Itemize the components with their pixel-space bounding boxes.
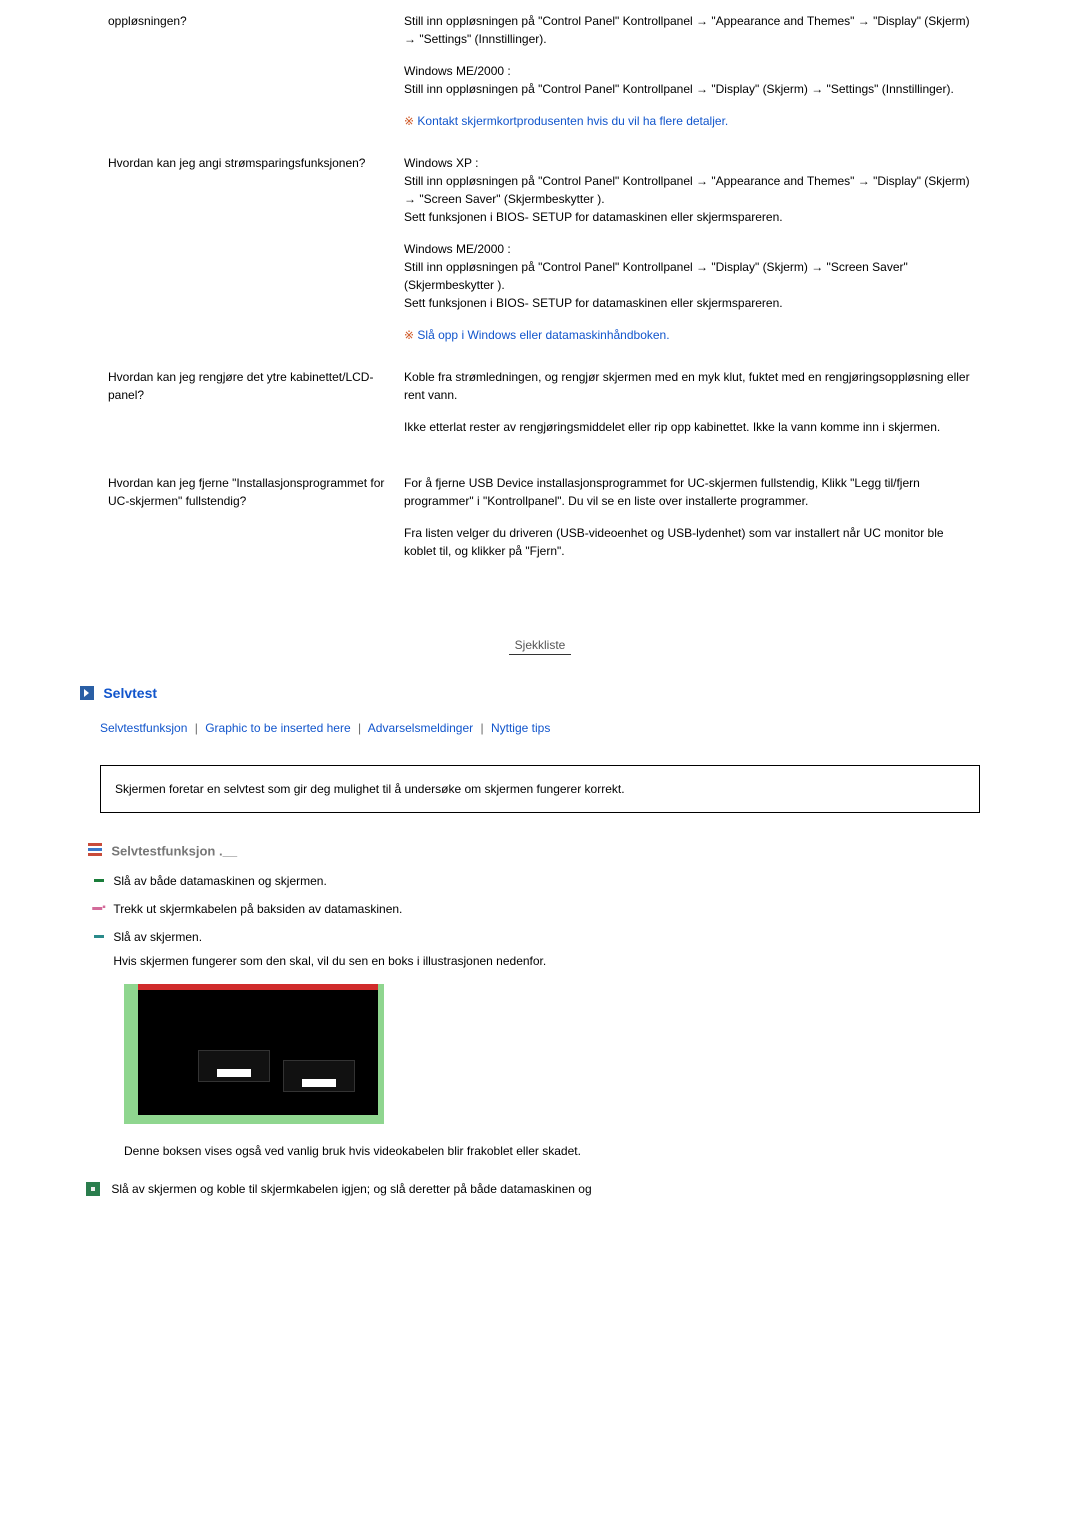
final-step-text: Slå av skjermen og koble til skjermkabel… xyxy=(111,1182,591,1196)
subnav-link[interactable]: Selvtestfunksjon xyxy=(100,721,187,735)
faq-answer-block: For å fjerne USB Device installasjonspro… xyxy=(404,474,972,510)
illustration-caption: Denne boksen vises også ved vanlig bruk … xyxy=(124,1144,980,1158)
faq-question: oppløsningen? xyxy=(100,0,396,142)
step-bullet-icon: ▬▪ xyxy=(88,900,110,915)
faq-answer-block: Still inn oppløsningen på "Control Panel… xyxy=(404,12,972,48)
section-title: Selvtest xyxy=(103,685,157,701)
step-item: ▬ Slå av både datamaskinen og skjermen. xyxy=(88,872,980,890)
info-box: Skjermen foretar en selvtest som gir deg… xyxy=(100,765,980,813)
step-text: Slå av både datamaskinen og skjermen. xyxy=(113,872,953,890)
note-marker-icon: ※ xyxy=(404,328,414,342)
step-bullet-icon: ▬ xyxy=(88,928,110,943)
faq-answer: Windows XP : Still inn oppløsningen på "… xyxy=(396,142,980,356)
note-marker-icon: ※ xyxy=(404,114,414,128)
sjekkliste-label: Sjekkliste xyxy=(509,636,572,655)
faq-answer: For å fjerne USB Device installasjonspro… xyxy=(396,462,980,586)
faq-answer: Koble fra strømledningen, og rengjør skj… xyxy=(396,356,980,462)
step-text: Trekk ut skjermkabelen på baksiden av da… xyxy=(113,900,953,918)
faq-answer-block: Windows ME/2000 : Still inn oppløsningen… xyxy=(404,62,972,98)
steps-list: ▬ Slå av både datamaskinen og skjermen. … xyxy=(100,872,980,970)
square-icon xyxy=(86,1182,100,1196)
faq-note-text: Slå opp i Windows eller datamaskinhåndbo… xyxy=(417,328,669,342)
subnav-link[interactable]: Graphic to be inserted here xyxy=(205,721,350,735)
faq-answer-block: Ikke etterlat rester av rengjøringsmidde… xyxy=(404,418,972,436)
step-item: ▬ Slå av skjermen. Hvis skjermen fungere… xyxy=(88,928,980,970)
illustration xyxy=(124,984,980,1124)
separator: | xyxy=(481,721,484,735)
faq-table: oppløsningen? Still inn oppløsningen på … xyxy=(100,0,980,586)
faq-answer-block: Windows ME/2000 : Still inn oppløsningen… xyxy=(404,240,972,312)
faq-question: Hvordan kan jeg angi strømsparingsfunksj… xyxy=(100,142,396,356)
step-bullet-icon: ▬ xyxy=(88,872,110,887)
faq-note: ※ Slå opp i Windows eller datamaskinhånd… xyxy=(404,326,972,344)
subsection-title: Selvtestfunksjon .__ xyxy=(111,843,237,858)
faq-question: Hvordan kan jeg rengjøre det ytre kabine… xyxy=(100,356,396,462)
section-heading: Selvtest xyxy=(80,685,980,701)
step-item: ▬▪ Trekk ut skjermkabelen på baksiden av… xyxy=(88,900,980,918)
faq-question: Hvordan kan jeg fjerne "Installasjonspro… xyxy=(100,462,396,586)
subsection-heading: Selvtestfunksjon .__ xyxy=(88,843,980,858)
faq-note: ※ Kontakt skjermkortprodusenten hvis du … xyxy=(404,112,972,130)
separator: | xyxy=(358,721,361,735)
faq-answer-block: Koble fra strømledningen, og rengjør skj… xyxy=(404,368,972,404)
step-text: Slå av skjermen. Hvis skjermen fungerer … xyxy=(113,928,953,970)
faq-note-text: Kontakt skjermkortprodusenten hvis du vi… xyxy=(417,114,728,128)
subnav-link[interactable]: Advarselsmeldinger xyxy=(368,721,473,735)
faq-answer-block: Windows XP : Still inn oppløsningen på "… xyxy=(404,154,972,226)
arrow-right-icon xyxy=(80,686,94,700)
sub-nav-links: Selvtestfunksjon | Graphic to be inserte… xyxy=(100,721,980,735)
step-text-second: Hvis skjermen fungerer som den skal, vil… xyxy=(113,952,953,970)
separator: | xyxy=(195,721,198,735)
faq-answer: Still inn oppløsningen på "Control Panel… xyxy=(396,0,980,142)
faq-answer-block: Fra listen velger du driveren (USB-video… xyxy=(404,524,972,560)
bars-icon xyxy=(88,843,102,858)
subnav-link[interactable]: Nyttige tips xyxy=(491,721,550,735)
final-step: Slå av skjermen og koble til skjermkabel… xyxy=(86,1182,980,1196)
